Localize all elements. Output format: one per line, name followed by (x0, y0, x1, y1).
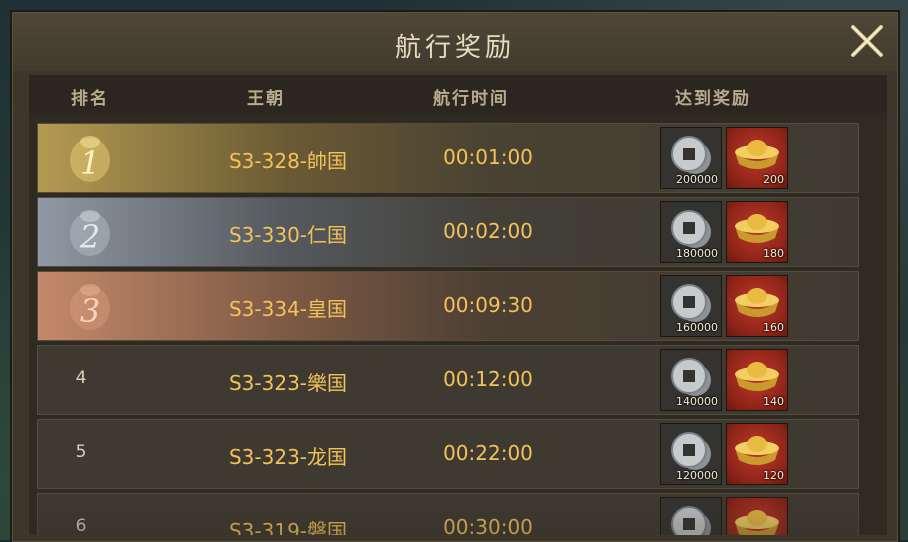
column-reward: 达到奖励 (675, 89, 751, 109)
ingot-reward[interactable] (726, 497, 788, 535)
ingot-reward[interactable]: 120 (726, 423, 788, 485)
gold-ingot-icon (735, 510, 779, 535)
dynasty-name: S3-328-帥国 (228, 149, 348, 173)
rank-number: 4 (75, 368, 87, 388)
rank-number: 5 (75, 442, 87, 462)
rank-number: 6 (75, 516, 87, 535)
column-headers: 排名 王朝 航行时间 达到奖励 (29, 75, 887, 113)
coin-amount: 180000 (676, 247, 718, 260)
voyage-time: 00:02:00 (443, 219, 533, 243)
table-row: 4 S3-323-樂国 00:12:00 140000 140 (37, 345, 859, 415)
ingot-reward[interactable]: 160 (726, 275, 788, 337)
ingot-reward[interactable]: 140 (726, 349, 788, 411)
dynasty-name: S3-330-仁国 (228, 223, 348, 247)
coin-reward[interactable]: 140000 (660, 349, 722, 411)
table-row: 3 S3-334-皇国 00:09:30 160000 160 (37, 271, 859, 341)
gold-medal-icon: 1 (70, 136, 110, 182)
ranking-table[interactable]: 排名 王朝 航行时间 达到奖励 1 S3-328-帥国 00:01:00 200… (29, 75, 887, 535)
ingot-amount: 140 (763, 395, 784, 408)
close-x-icon (851, 25, 883, 57)
ingot-amount: 200 (763, 173, 784, 186)
dynasty-name: S3-323-龙国 (228, 445, 348, 469)
voyage-time: 00:22:00 (443, 441, 533, 465)
dynasty-name: S3-334-皇国 (228, 297, 348, 321)
dynasty-name: S3-319-磐国 (228, 519, 348, 535)
svg-text:1: 1 (80, 144, 100, 182)
panel-title: 航行奖励 (394, 33, 515, 63)
ingot-amount: 180 (763, 247, 784, 260)
table-row: 1 S3-328-帥国 00:01:00 200000 200 (37, 123, 859, 193)
table-row: 6 S3-319-磐国 00:30:00 (37, 493, 859, 535)
ingot-amount: 160 (763, 321, 784, 334)
coin-reward[interactable]: 180000 (660, 201, 722, 263)
coin-reward[interactable]: 120000 (660, 423, 722, 485)
coin-amount: 200000 (676, 173, 718, 186)
ingot-reward[interactable]: 200 (726, 127, 788, 189)
coin-reward[interactable]: 160000 (660, 275, 722, 337)
coin-reward[interactable]: 200000 (660, 127, 722, 189)
ranking-list[interactable]: 1 S3-328-帥国 00:01:00 200000 200 2 S3-330… (37, 119, 861, 535)
ingot-amount: 120 (763, 469, 784, 482)
voyage-reward-panel: 航行奖励 排名 王朝 航行时间 达到奖励 1 S3-328-帥国 00:01:0… (12, 12, 898, 542)
coin-reward[interactable] (660, 497, 722, 535)
voyage-time: 00:30:00 (443, 515, 533, 535)
ingot-reward[interactable]: 180 (726, 201, 788, 263)
column-time: 航行时间 (433, 89, 509, 109)
table-row: 5 S3-323-龙国 00:22:00 120000 120 (37, 419, 859, 489)
voyage-time: 00:09:30 (443, 293, 533, 317)
coin-amount: 120000 (676, 469, 718, 482)
table-row: 2 S3-330-仁国 00:02:00 180000 180 (37, 197, 859, 267)
dynasty-name: S3-323-樂国 (228, 371, 348, 395)
silver-medal-icon: 2 (70, 210, 110, 256)
bronze-medal-icon: 3 (70, 284, 110, 330)
voyage-time: 00:12:00 (443, 367, 533, 391)
panel-header: 航行奖励 (13, 13, 897, 71)
svg-text:3: 3 (80, 292, 100, 330)
close-button[interactable] (847, 21, 887, 61)
svg-text:2: 2 (79, 218, 100, 256)
column-dynasty: 王朝 (247, 89, 285, 109)
coin-amount: 140000 (676, 395, 718, 408)
coin-amount: 160000 (676, 321, 718, 334)
voyage-time: 00:01:00 (443, 145, 533, 169)
copper-coin-icon (671, 506, 711, 535)
column-rank: 排名 (71, 89, 109, 109)
